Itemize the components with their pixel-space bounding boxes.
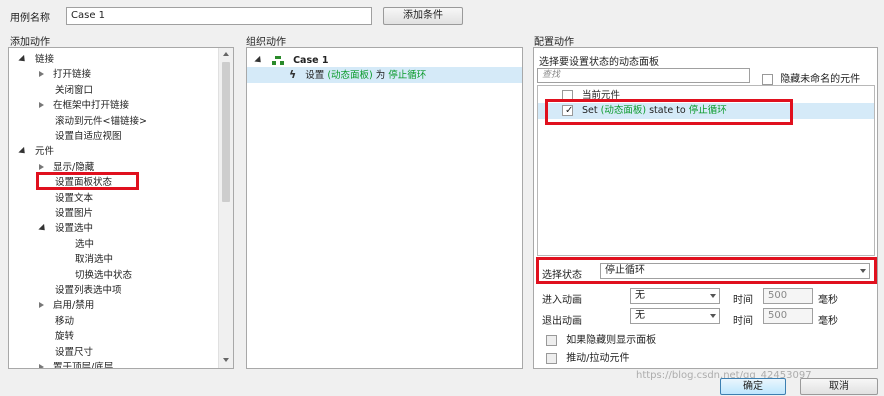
highlight-state-select xyxy=(536,257,877,284)
tree-item-label: 链接 xyxy=(35,54,55,65)
tree-item[interactable]: 滚动到元件<锚链接> xyxy=(55,114,147,129)
expand-down-icon[interactable] xyxy=(18,54,28,65)
action-state: 停止循环 xyxy=(388,70,427,81)
tree-item-label: 设置列表选中项 xyxy=(55,285,122,296)
tree-item[interactable]: 旋转 xyxy=(55,329,74,344)
case-name-input[interactable]: Case 1 xyxy=(66,7,372,25)
exit-time-input[interactable]: 500 xyxy=(763,308,813,324)
tree-item[interactable]: 设置自适应视图 xyxy=(55,129,122,144)
tree-item[interactable]: 打开链接 xyxy=(39,67,91,82)
configure-action-title: 配置动作 xyxy=(534,37,574,48)
hide-unnamed-label: 隐藏未命名的元件 xyxy=(780,74,861,85)
tree-item-label: 设置尺寸 xyxy=(55,346,94,358)
case-node-label: Case 1 xyxy=(293,55,329,66)
enter-time-label: 时间 xyxy=(733,295,753,306)
lightning-icon: ϟ xyxy=(289,68,297,81)
case-name-label: 用例名称 xyxy=(10,13,50,24)
tree-item-label: 移动 xyxy=(55,315,75,327)
organize-action-title: 组织动作 xyxy=(246,37,286,48)
expand-right-icon[interactable] xyxy=(39,302,44,309)
tree-item-label: 打开链接 xyxy=(53,69,92,81)
action-target: (动态面板) xyxy=(327,70,373,81)
show-if-hidden-option[interactable]: 如果隐藏则显示面板 xyxy=(546,331,656,346)
tree-item-label: 关闭窗口 xyxy=(55,84,94,96)
tree-item[interactable]: 设置选中 xyxy=(38,221,94,236)
expand-right-icon[interactable] xyxy=(39,364,44,368)
enter-anim-value: 无 xyxy=(635,290,645,301)
expand-down-icon[interactable] xyxy=(18,147,28,157)
expand-right-icon[interactable] xyxy=(39,163,44,170)
highlight-set-panel-state xyxy=(36,172,139,190)
show-if-hidden-checkbox[interactable] xyxy=(546,334,557,346)
tree-item-label: 滚动到元件<锚链接> xyxy=(55,115,147,127)
tree-item[interactable]: 启用/禁用 xyxy=(39,298,94,313)
tree-item-label: 置于顶层/底层 xyxy=(53,362,114,369)
expand-right-icon[interactable] xyxy=(39,102,44,109)
tree-item[interactable]: 选中 xyxy=(75,237,94,252)
show-if-hidden-label: 如果隐藏则显示面板 xyxy=(566,335,657,346)
action-mid: 为 xyxy=(372,70,389,81)
tree-item[interactable]: 元件 xyxy=(18,144,55,159)
exit-ms-label: 毫秒 xyxy=(818,316,838,327)
exit-anim-value: 无 xyxy=(635,310,645,321)
tree-item[interactable]: 设置图片 xyxy=(55,206,93,221)
scroll-down-icon[interactable] xyxy=(223,358,229,362)
tree-item[interactable]: 关闭窗口 xyxy=(55,83,93,98)
exit-time-label: 时间 xyxy=(733,316,753,327)
case-icon xyxy=(272,56,285,65)
case-node[interactable]: Case 1 xyxy=(254,53,329,68)
left-scrollbar[interactable] xyxy=(218,48,233,368)
tree-item[interactable]: 设置尺寸 xyxy=(55,345,93,360)
organize-action-panel: Case 1 ϟ 设置 (动态面板) 为 停止循环 xyxy=(246,47,523,369)
tree-item-label: 元件 xyxy=(35,146,55,158)
tree-item-label: 切换选中状态 xyxy=(75,269,133,281)
hide-unnamed-option[interactable]: 隐藏未命名的元件 xyxy=(762,70,860,85)
tree-item-label: 设置选中 xyxy=(55,223,94,235)
expand-down-icon[interactable] xyxy=(254,55,264,66)
chevron-down-icon xyxy=(710,314,716,318)
tree-item-label: 设置文本 xyxy=(55,192,94,204)
tree-item[interactable]: 设置文本 xyxy=(55,191,93,206)
tree-item-label: 取消选中 xyxy=(75,254,114,266)
panel-select-subtitle: 选择要设置状态的动态面板 xyxy=(539,57,659,68)
expand-down-icon[interactable] xyxy=(38,224,48,234)
add-condition-button[interactable]: 添加条件 xyxy=(383,7,463,25)
push-pull-label: 推动/拉动元件 xyxy=(566,353,630,364)
tree-item[interactable]: 取消选中 xyxy=(75,252,113,267)
push-pull-checkbox[interactable] xyxy=(546,352,557,364)
hide-unnamed-checkbox[interactable] xyxy=(762,73,773,85)
exit-anim-label: 退出动画 xyxy=(542,316,582,327)
add-action-title: 添加动作 xyxy=(10,37,50,48)
ok-button[interactable]: 确定 xyxy=(720,378,786,395)
enter-anim-label: 进入动画 xyxy=(542,295,582,306)
expand-right-icon[interactable] xyxy=(39,71,44,78)
tree-item[interactable]: 在框架中打开链接 xyxy=(39,98,129,113)
search-input[interactable]: 查找 xyxy=(537,68,750,83)
tree-item[interactable]: 设置列表选中项 xyxy=(55,283,122,298)
action-prefix: 设置 xyxy=(305,70,328,81)
enter-anim-select[interactable]: 无 xyxy=(630,288,720,304)
add-action-panel: 链接 打开链接 关闭窗口 在框架中打开链接 滚动到元件<锚链接> 设置自适应视图 元件 显示/… xyxy=(8,47,234,369)
cancel-button[interactable]: 取消 xyxy=(800,378,878,395)
tree-item[interactable]: 置于顶层/底层 xyxy=(39,360,114,369)
exit-anim-select[interactable]: 无 xyxy=(630,308,720,324)
tree-item-label: 选中 xyxy=(75,238,95,250)
push-pull-option[interactable]: 推动/拉动元件 xyxy=(546,349,630,364)
left-scroll-thumb[interactable] xyxy=(222,62,230,202)
tree-item[interactable]: 切换选中状态 xyxy=(75,268,132,283)
tree-item[interactable]: 链接 xyxy=(18,52,55,67)
action-node-selected[interactable]: ϟ 设置 (动态面板) 为 停止循环 xyxy=(247,67,522,83)
tree-item-label: 启用/禁用 xyxy=(53,300,95,312)
tree-item-label: 设置图片 xyxy=(55,208,94,219)
highlight-dynamic-panel-item xyxy=(545,99,793,125)
enter-time-input[interactable]: 500 xyxy=(763,288,813,304)
tree-item-label: 在框架中打开链接 xyxy=(53,100,130,112)
enter-ms-label: 毫秒 xyxy=(818,295,838,306)
tree-item-label: 旋转 xyxy=(55,331,75,343)
tree-item[interactable]: 移动 xyxy=(55,314,74,329)
tree-item-label: 设置自适应视图 xyxy=(55,131,122,142)
chevron-down-icon xyxy=(710,294,716,298)
scroll-up-icon[interactable] xyxy=(223,52,229,56)
